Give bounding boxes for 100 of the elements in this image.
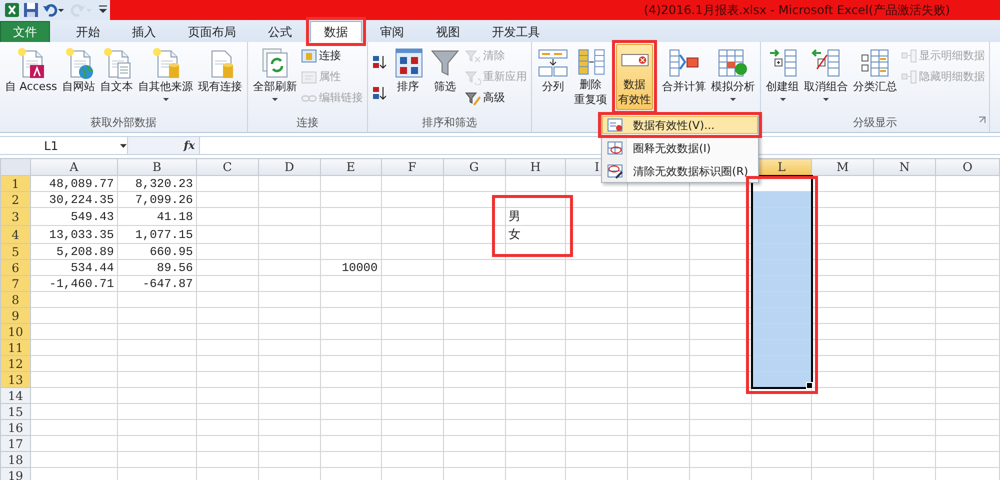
save-button[interactable] xyxy=(23,1,39,19)
row-header[interactable]: 16 xyxy=(0,420,30,436)
ribbon-tab[interactable]: 页面布局 xyxy=(174,21,250,42)
sort-ascending-icon xyxy=(372,54,388,70)
menu-item[interactable]: 数据有效性(V)... xyxy=(602,116,758,134)
table-cell: 549.43 xyxy=(30,208,118,226)
undo-button[interactable] xyxy=(42,1,64,19)
row-header[interactable]: 12 xyxy=(0,356,30,372)
group-label: 分级显示 xyxy=(853,114,898,130)
row-header[interactable]: 18 xyxy=(0,452,30,468)
row-header[interactable]: 8 xyxy=(0,292,30,308)
row-header[interactable]: 1 xyxy=(0,176,30,192)
table-cell: 660.95 xyxy=(117,244,196,260)
ribbon-button[interactable]: 筛选 xyxy=(427,44,464,110)
column-header[interactable]: E xyxy=(320,158,382,176)
ribbon-tab[interactable]: 开始 xyxy=(62,21,114,42)
ribbon-button[interactable]: 数据 有效性 xyxy=(616,44,654,110)
ribbon-button[interactable]: 现有连接 xyxy=(196,44,244,110)
ribbon-button[interactable]: 模拟分析 xyxy=(709,44,758,110)
ribbon-button[interactable]: 自网站 xyxy=(60,44,98,110)
connection-icon xyxy=(301,48,318,64)
what-if-icon xyxy=(717,47,750,79)
properties-icon xyxy=(301,68,318,84)
row-header[interactable]: 10 xyxy=(0,324,30,340)
table-cell: 41.18 xyxy=(117,208,196,226)
row-header[interactable]: 5 xyxy=(0,244,30,260)
sort-descending-icon xyxy=(372,84,388,100)
column-header[interactable]: O xyxy=(935,158,1000,176)
ribbon-button[interactable]: 自其他来源 xyxy=(136,44,196,110)
row-header[interactable]: 13 xyxy=(0,372,30,388)
file-tab[interactable]: 文件 xyxy=(0,21,50,42)
table-cell: 5,208.89 xyxy=(30,244,118,260)
clear-filter-icon xyxy=(465,48,482,64)
row-header[interactable]: 15 xyxy=(0,404,30,420)
table-cell: 48,089.77 xyxy=(30,176,118,192)
ribbon-button[interactable]: 创建组 xyxy=(764,44,802,110)
column-header[interactable]: A xyxy=(30,158,118,176)
ribbon-tab[interactable]: 插入 xyxy=(118,21,170,42)
ribbon-tab[interactable]: 审阅 xyxy=(366,21,418,42)
ribbon-small-button[interactable]: 高级 xyxy=(464,88,528,107)
row-header[interactable]: 11 xyxy=(0,340,30,356)
table-cell: 1,077.15 xyxy=(117,226,196,244)
row-header[interactable]: 14 xyxy=(0,388,30,404)
row-header[interactable]: 3 xyxy=(0,208,30,226)
spreadsheet-button[interactable] xyxy=(4,1,20,19)
caret-icon xyxy=(58,8,64,12)
ribbon-button[interactable]: 自 Access xyxy=(3,44,60,110)
ribbon-button[interactable]: 全部刷新 xyxy=(251,44,300,110)
table-cell: -1,460.71 xyxy=(30,276,118,292)
row-header[interactable]: 19 xyxy=(0,468,30,480)
ribbon-tab[interactable]: 开发工具 xyxy=(478,21,554,42)
table-cell: 534.44 xyxy=(30,260,118,276)
save-icon xyxy=(23,2,39,18)
ribbon-tab[interactable]: 公式 xyxy=(254,21,306,42)
consolidate-icon xyxy=(668,47,700,79)
ribbon-button[interactable]: 分列 xyxy=(535,44,572,110)
row-header[interactable]: 4 xyxy=(0,226,30,244)
menu-item[interactable]: 圈释无效数据(I) xyxy=(602,139,758,157)
advanced-filter-icon xyxy=(465,90,482,106)
column-header[interactable]: D xyxy=(258,158,320,176)
row-header[interactable]: 9 xyxy=(0,308,30,324)
ribbon-button[interactable]: 排序 xyxy=(390,44,426,110)
row-header[interactable]: 2 xyxy=(0,192,30,208)
group-label: 排序和筛选 xyxy=(422,114,478,130)
column-header[interactable]: G xyxy=(443,158,506,176)
column-header[interactable]: B xyxy=(117,158,196,176)
highlight-frame xyxy=(306,17,366,46)
group-label: 获取外部数据 xyxy=(90,114,157,130)
show-detail-icon xyxy=(901,48,918,64)
column-header[interactable]: F xyxy=(381,158,444,176)
column-header[interactable]: M xyxy=(812,158,874,176)
ribbon-button[interactable]: 删除 重复项 xyxy=(572,44,610,110)
dialog-launcher-icon xyxy=(978,116,986,124)
ribbon-button[interactable]: 自文本 xyxy=(98,44,136,110)
column-header[interactable]: C xyxy=(196,158,258,176)
row-header[interactable]: 17 xyxy=(0,436,30,452)
ribbon-button[interactable]: 分类汇总 xyxy=(851,44,900,110)
hide-detail-icon xyxy=(901,68,918,84)
ungroup-rows-icon xyxy=(810,47,842,79)
table-cell: 13,033.35 xyxy=(30,226,118,244)
table-cell: 10000 xyxy=(320,260,382,276)
table-cell: 8,320.23 xyxy=(117,176,196,192)
group-label: 连接 xyxy=(296,114,319,130)
reapply-filter-icon xyxy=(465,68,482,84)
ribbon-button[interactable]: 合并计算 xyxy=(660,44,708,110)
ribbon-tab[interactable]: 视图 xyxy=(422,21,474,42)
column-header[interactable]: H xyxy=(505,158,566,176)
table-cell: 女 xyxy=(505,226,566,244)
ribbon-button[interactable]: 取消组合 xyxy=(802,44,850,110)
ribbon-tab[interactable]: 数据 xyxy=(310,21,362,42)
insert-function-button[interactable]: fx xyxy=(184,139,195,152)
table-cell: -647.87 xyxy=(117,276,196,292)
window-title: (4)2016.1月报表.xlsx - Microsoft Excel(产品激活失败) xyxy=(644,2,951,18)
split-columns-icon xyxy=(537,47,570,79)
column-header[interactable]: N xyxy=(874,158,936,176)
row-header[interactable]: 7 xyxy=(0,276,30,292)
row-header[interactable]: 6 xyxy=(0,260,30,276)
clear-circles-icon xyxy=(607,163,623,179)
circle-invalid-icon xyxy=(607,140,623,156)
ribbon-small-button[interactable]: 连接 xyxy=(300,46,364,65)
